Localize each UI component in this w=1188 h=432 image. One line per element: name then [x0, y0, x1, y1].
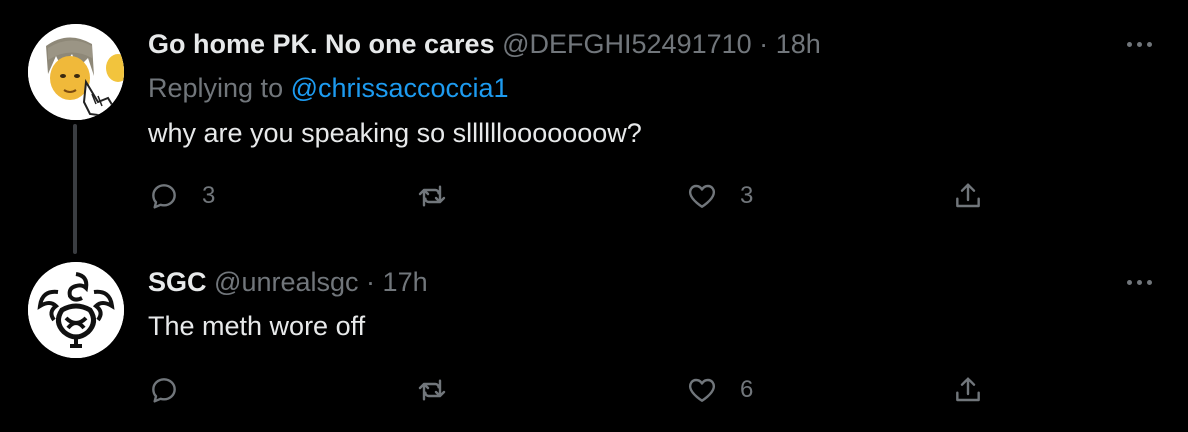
tweet-text: The meth wore off — [148, 311, 366, 341]
like-button[interactable]: 6 — [686, 370, 753, 410]
tweet-header: Go home PK. No one cares @DEFGHI52491710… — [148, 28, 821, 60]
more-options-icon[interactable] — [1122, 32, 1156, 56]
reply-icon — [152, 378, 176, 403]
tweet-actions: 6 — [148, 370, 1008, 410]
tweet[interactable]: Go home PK. No one cares @DEFGHI52491710… — [0, 0, 1188, 254]
reply-button[interactable] — [148, 370, 202, 410]
display-name[interactable]: SGC — [148, 267, 207, 297]
thread-connector-line — [73, 124, 77, 254]
replying-to: Replying to @chrissaccoccia1 — [148, 72, 509, 104]
timestamp[interactable]: 18h — [776, 29, 821, 59]
more-options-icon[interactable] — [1122, 270, 1156, 294]
share-icon — [956, 377, 980, 402]
tweet[interactable]: SGC @unrealsgc · 17h The meth wore off 6 — [0, 240, 1188, 432]
user-handle[interactable]: @unrealsgc — [214, 267, 358, 297]
like-count: 6 — [740, 376, 754, 403]
retweet-icon — [418, 185, 446, 207]
user-handle[interactable]: @DEFGHI52491710 — [502, 29, 752, 59]
retweet-button[interactable] — [416, 370, 470, 410]
timestamp[interactable]: 17h — [383, 267, 428, 297]
heart-icon — [688, 378, 716, 402]
heart-icon — [688, 184, 716, 208]
tweet-header: SGC @unrealsgc · 17h — [148, 266, 428, 298]
mention-link[interactable]: @chrissaccoccia1 — [291, 73, 509, 103]
cartoon-face-avatar-icon — [28, 24, 124, 120]
reply-icon — [152, 184, 176, 209]
share-button[interactable] — [952, 370, 984, 410]
tweet-text: why are you speaking so sllllllooooooow? — [148, 118, 642, 148]
replying-to-label: Replying to — [148, 73, 291, 103]
retweet-button[interactable] — [416, 176, 470, 216]
separator-dot: · — [759, 29, 769, 59]
reply-count: 3 — [202, 182, 216, 209]
dragon-knot-avatar-icon — [28, 262, 124, 358]
tweet-actions: 3 3 — [148, 176, 1008, 216]
reply-button[interactable]: 3 — [148, 176, 215, 216]
like-button[interactable]: 3 — [686, 176, 753, 216]
avatar[interactable] — [28, 262, 124, 358]
share-button[interactable] — [952, 176, 984, 216]
like-count: 3 — [740, 182, 754, 209]
share-icon — [956, 183, 980, 208]
separator-dot: · — [366, 267, 376, 297]
avatar[interactable] — [28, 24, 124, 120]
retweet-icon — [418, 379, 446, 401]
display-name[interactable]: Go home PK. No one cares — [148, 29, 495, 59]
